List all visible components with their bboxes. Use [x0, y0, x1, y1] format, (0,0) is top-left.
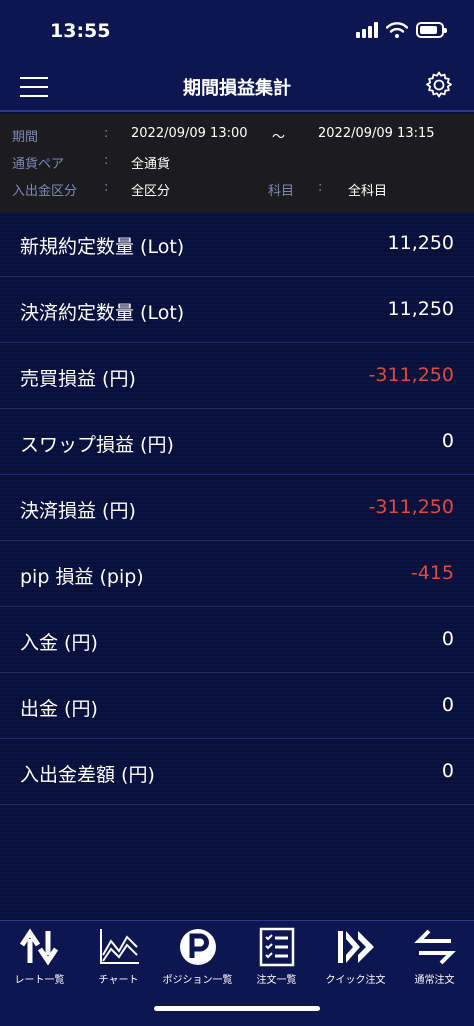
period-start: 2022/09/09 13:00	[131, 126, 248, 141]
row-value: -415	[410, 562, 454, 584]
tab-quick-order[interactable]: クイック注文	[316, 927, 395, 997]
summary-list[interactable]: 新規約定数量 (Lot) 11,250 決済約定数量 (Lot) 11,250 …	[0, 212, 474, 920]
tab-position-list[interactable]: ポジション一覧	[158, 927, 237, 997]
status-icons	[356, 22, 447, 38]
table-row: 入金 (円) 0	[0, 608, 474, 673]
row-value: 0	[441, 628, 454, 650]
pair-colon: :	[104, 153, 109, 168]
table-row: 売買損益 (円) -311,250	[0, 344, 474, 409]
wifi-icon	[386, 22, 408, 38]
tab-rate-list[interactable]: レート一覧	[0, 927, 79, 997]
signal-icon	[356, 22, 378, 38]
battery-icon	[416, 22, 447, 38]
subject-value: 全科目	[348, 184, 388, 199]
table-row: 新規約定数量 (Lot) 11,250	[0, 212, 474, 277]
row-label: 入金 (円)	[20, 632, 98, 654]
table-row: スワップ損益 (円) 0	[0, 410, 474, 475]
tab-label: レート一覧	[14, 975, 65, 986]
row-label: 入出金差額 (円)	[20, 764, 155, 786]
period-label: 期間	[12, 130, 39, 145]
io-label: 入出金区分	[12, 184, 78, 199]
tab-order-list[interactable]: 注文一覧	[237, 927, 316, 997]
row-value: -311,250	[368, 364, 454, 386]
pair-row: 通貨ペア : 全通貨	[0, 153, 474, 173]
status-bar: 13:55	[0, 0, 474, 64]
period-colon: :	[104, 126, 109, 141]
status-time: 13:55	[50, 20, 111, 42]
pair-value: 全通貨	[131, 157, 171, 172]
io-row: 入出金区分 : 全区分 科目 : 全科目	[0, 180, 474, 200]
tab-normal-order[interactable]: 通常注文	[395, 927, 474, 997]
io-colon: :	[104, 180, 109, 195]
subject-label: 科目	[268, 184, 295, 199]
period-separator: 〜	[272, 130, 286, 145]
tab-label: クイック注文	[325, 975, 386, 986]
subject-colon: :	[318, 180, 323, 195]
row-label: 出金 (円)	[20, 698, 98, 720]
tab-label: 注文一覧	[256, 975, 297, 986]
normal-order-icon	[413, 929, 456, 965]
table-row: 出金 (円) 0	[0, 674, 474, 739]
pair-label: 通貨ペア	[12, 157, 65, 172]
row-label: スワップ損益 (円)	[20, 434, 174, 456]
chart-icon	[99, 929, 139, 964]
quick-order-icon	[337, 931, 374, 963]
gear-icon[interactable]	[424, 70, 454, 100]
tab-label: 通常注文	[414, 975, 455, 986]
row-value: -311,250	[368, 496, 454, 518]
tab-label: ポジション一覧	[162, 975, 233, 986]
tab-label: チャート	[98, 975, 139, 986]
period-end: 2022/09/09 13:15	[318, 126, 435, 141]
table-row: 入出金差額 (円) 0	[0, 740, 474, 805]
page-title: 期間損益集計	[183, 78, 291, 99]
filter-summary[interactable]: 期間 : 2022/09/09 13:00 〜 2022/09/09 13:15…	[0, 114, 474, 212]
home-indicator	[154, 1006, 320, 1011]
row-label: 決済約定数量 (Lot)	[20, 302, 185, 324]
row-value: 0	[441, 430, 454, 452]
row-label: 新規約定数量 (Lot)	[20, 236, 185, 258]
row-label: pip 損益 (pip)	[20, 566, 144, 588]
row-value: 11,250	[387, 298, 454, 320]
rate-arrows-icon	[19, 928, 58, 966]
nav-bar: 期間損益集計	[0, 64, 474, 112]
row-value: 0	[441, 694, 454, 716]
order-list-icon	[259, 927, 294, 967]
table-row: 決済約定数量 (Lot) 11,250	[0, 278, 474, 343]
row-label: 売買損益 (円)	[20, 368, 136, 390]
row-value: 11,250	[387, 232, 454, 254]
period-row: 期間 : 2022/09/09 13:00 〜 2022/09/09 13:15	[0, 126, 474, 146]
row-label: 決済損益 (円)	[20, 500, 136, 522]
table-row: 決済損益 (円) -311,250	[0, 476, 474, 541]
tab-chart[interactable]: チャート	[79, 927, 158, 997]
table-row: pip 損益 (pip) -415	[0, 542, 474, 607]
position-p-icon	[179, 929, 216, 965]
row-value: 0	[441, 760, 454, 782]
io-value: 全区分	[131, 184, 171, 199]
